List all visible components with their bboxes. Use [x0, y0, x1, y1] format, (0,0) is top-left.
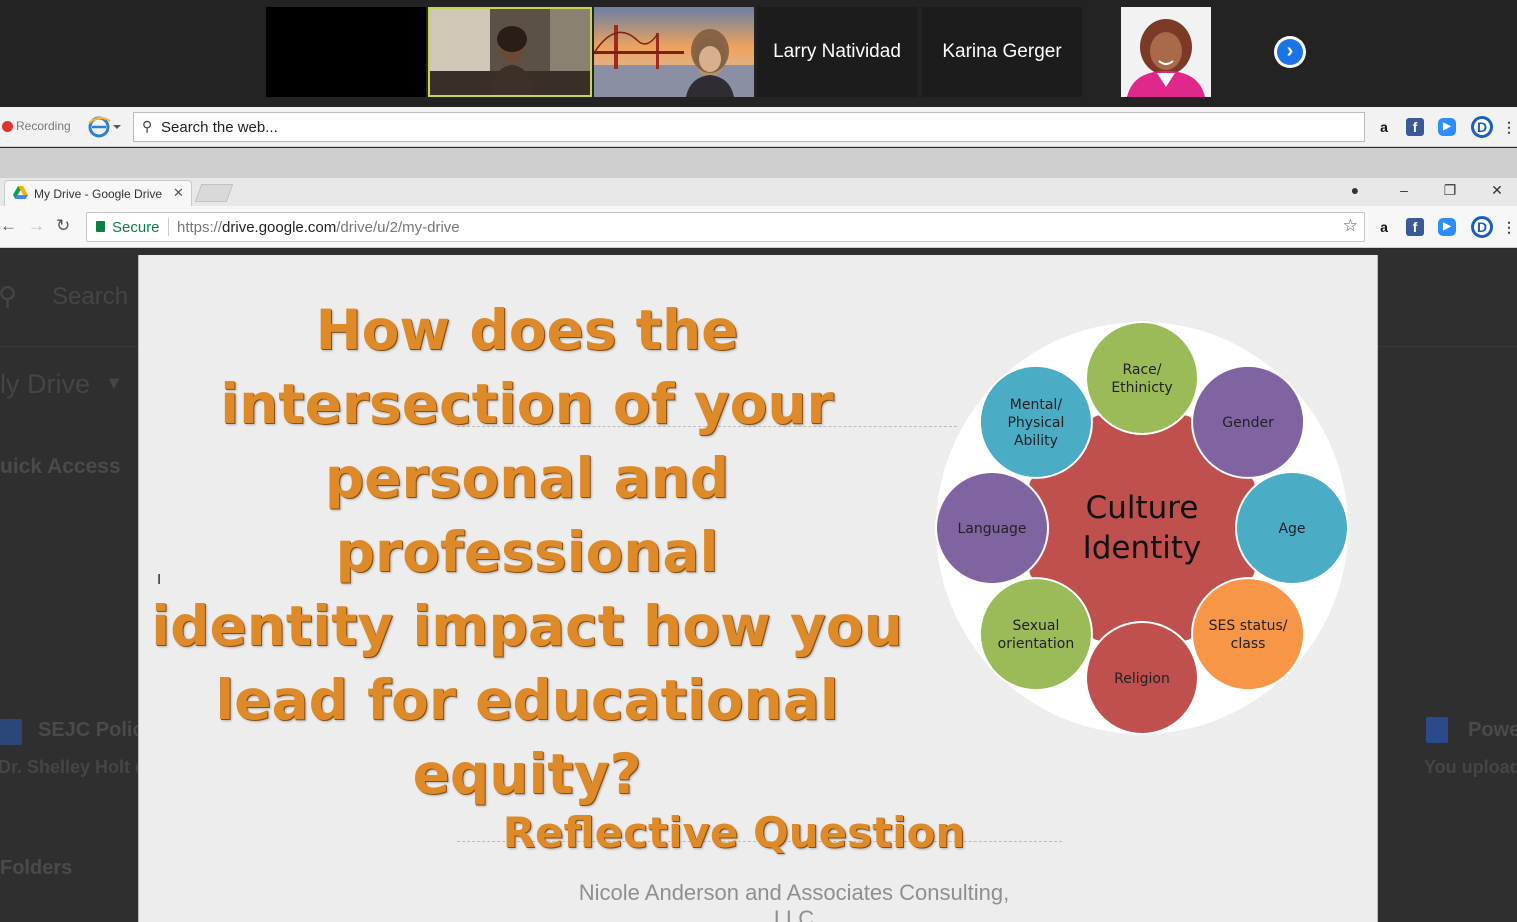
- participant-name: Karina Gerger: [942, 41, 1062, 62]
- new-tab-button[interactable]: [194, 184, 234, 202]
- toolbar-spacer: [0, 148, 1517, 178]
- url-input[interactable]: Secure https://drive.google.com/drive/u/…: [86, 212, 1365, 242]
- more-icon[interactable]: ⋮: [1500, 218, 1517, 236]
- close-tab-icon[interactable]: ✕: [173, 185, 184, 201]
- golden-gate-background: [594, 7, 754, 97]
- diagram-petal-circle: [1085, 321, 1199, 435]
- zoom-participant-strip: Larry Natividad Karina Gerger ›: [0, 0, 1517, 107]
- url-text: https://drive.google.com/drive/u/2/my-dr…: [177, 219, 460, 236]
- question-line: personal and professional: [324, 446, 730, 584]
- more-icon[interactable]: ⋮: [1500, 118, 1517, 136]
- web-search-placeholder: Search the web...: [161, 119, 278, 136]
- restore-button[interactable]: ❐: [1440, 182, 1460, 199]
- participant-name: Larry Natividad: [773, 41, 901, 62]
- diagram-petal-label: orientation: [998, 636, 1075, 652]
- drive-search-icon[interactable]: ⚲: [0, 281, 17, 312]
- recording-label: Recording: [16, 119, 71, 133]
- file-owner: You upload: [1424, 757, 1517, 777]
- url-path: /drive/u/2/my-drive: [336, 219, 460, 236]
- zoom-icon[interactable]: ▶: [1438, 218, 1456, 236]
- facebook-icon[interactable]: f: [1406, 118, 1424, 136]
- participant-photo: [1121, 7, 1211, 97]
- participant-tile-photo[interactable]: [1121, 7, 1211, 97]
- tab-strip: My Drive - Google Drive ✕ ● – ❐ ✕: [0, 178, 1517, 206]
- text-cursor-icon: I: [157, 571, 162, 588]
- web-search-input[interactable]: ⚲ Search the web...: [133, 112, 1365, 142]
- question-line: How does the: [315, 298, 739, 362]
- zoom-icon[interactable]: ▶: [1438, 118, 1456, 136]
- diagram-petal-label: SES status/: [1209, 618, 1288, 634]
- back-arrow-icon[interactable]: ←: [0, 216, 17, 236]
- question-line: intersection of your: [220, 372, 834, 436]
- url-host: drive.google.com: [222, 219, 337, 236]
- question-line: equity?: [412, 742, 642, 806]
- browser-e-icon[interactable]: [88, 116, 122, 138]
- participant-tile-video-off[interactable]: [266, 7, 426, 97]
- chevron-down-icon[interactable]: ▼: [105, 373, 123, 394]
- drive-title[interactable]: ly Drive: [0, 369, 90, 400]
- folders-label: Folders: [0, 857, 73, 879]
- chevron-right-icon: ›: [1277, 39, 1303, 65]
- diagram-center-label: Culture: [1086, 490, 1199, 526]
- question-line: lead for educational: [215, 668, 839, 732]
- participant-video: [430, 9, 590, 95]
- reflective-question-text: How does the intersection of your person…: [147, 293, 907, 811]
- quick-access-label: uick Access: [0, 455, 121, 478]
- question-line: identity impact how you: [151, 594, 903, 658]
- secure-label: Secure: [112, 219, 160, 236]
- search-toolbar: Recording ⚲ Search the web... a f ▶ D ⋮: [0, 107, 1517, 147]
- profile-icon[interactable]: ●: [1345, 182, 1365, 198]
- amazon-icon[interactable]: a: [1375, 118, 1393, 136]
- file-name[interactable]: Powe: [1468, 719, 1517, 742]
- google-doc-icon: [0, 719, 22, 745]
- file-owner: Dr. Shelley Holt e: [0, 757, 146, 777]
- diagram-petal-label: Physical: [1007, 415, 1064, 431]
- diagram-petal-label: Ability: [1014, 433, 1058, 449]
- drive-search-input[interactable]: Search: [52, 283, 128, 311]
- tab-google-drive[interactable]: My Drive - Google Drive ✕: [4, 180, 192, 206]
- participant-tile-active-speaker[interactable]: [428, 7, 592, 97]
- close-window-button[interactable]: ✕: [1487, 182, 1507, 199]
- diagram-petal-label: Mental/: [1010, 397, 1063, 413]
- diagram-petal-label: Age: [1278, 521, 1305, 537]
- dashlane-icon[interactable]: D: [1471, 216, 1493, 238]
- culture-identity-diagram: Culture Identity Race/Ethinicty Gender Age SE…: [935, 321, 1349, 735]
- diagram-petal-label: Race/: [1122, 362, 1161, 378]
- dashlane-icon[interactable]: D: [1471, 116, 1493, 138]
- record-dot-icon: [2, 120, 13, 132]
- reload-icon[interactable]: ↻: [56, 216, 70, 236]
- diagram-center-label: Identity: [1083, 530, 1202, 566]
- participant-tile-bridge[interactable]: [594, 7, 754, 97]
- url-scheme: https://: [177, 219, 223, 236]
- word-doc-icon: [1426, 717, 1448, 743]
- screen: { "zoom": { "participants": [ {"name": "…: [0, 0, 1517, 922]
- forward-arrow-icon[interactable]: →: [28, 216, 45, 236]
- diagram-petal-label: Ethinicty: [1111, 380, 1172, 396]
- diagram-petal-label: Language: [957, 521, 1026, 537]
- google-drive-icon: [13, 186, 28, 199]
- divider: [168, 218, 169, 236]
- diagram-petal-label: Religion: [1114, 671, 1170, 687]
- slide-heading: Reflective Question: [502, 808, 966, 857]
- diagram-petal-label: Gender: [1222, 415, 1274, 431]
- facebook-icon[interactable]: f: [1406, 218, 1424, 236]
- address-bar: ← → ↻ Secure https://drive.google.com/dr…: [0, 206, 1517, 248]
- presentation-slide: How does the intersection of your person…: [138, 255, 1378, 922]
- tab-title: My Drive - Google Drive: [34, 187, 163, 201]
- participant-tile-name[interactable]: Karina Gerger: [922, 7, 1082, 97]
- participant-tile-name[interactable]: Larry Natividad: [757, 7, 917, 97]
- diagram-petal-label: Sexual: [1012, 618, 1059, 634]
- amazon-icon[interactable]: a: [1375, 218, 1393, 236]
- lock-icon: [96, 221, 105, 232]
- minimize-button[interactable]: –: [1394, 182, 1414, 198]
- next-page-button[interactable]: ›: [1274, 36, 1306, 68]
- recording-indicator: Recording: [2, 119, 71, 133]
- diagram-petal-label: class: [1231, 636, 1266, 652]
- bookmark-star-icon[interactable]: ☆: [1343, 216, 1358, 236]
- slide-credit: Nicole Anderson and Associates Consultin…: [578, 880, 1010, 922]
- file-name[interactable]: SEJC Polic: [38, 719, 144, 742]
- search-icon: ⚲: [142, 118, 153, 134]
